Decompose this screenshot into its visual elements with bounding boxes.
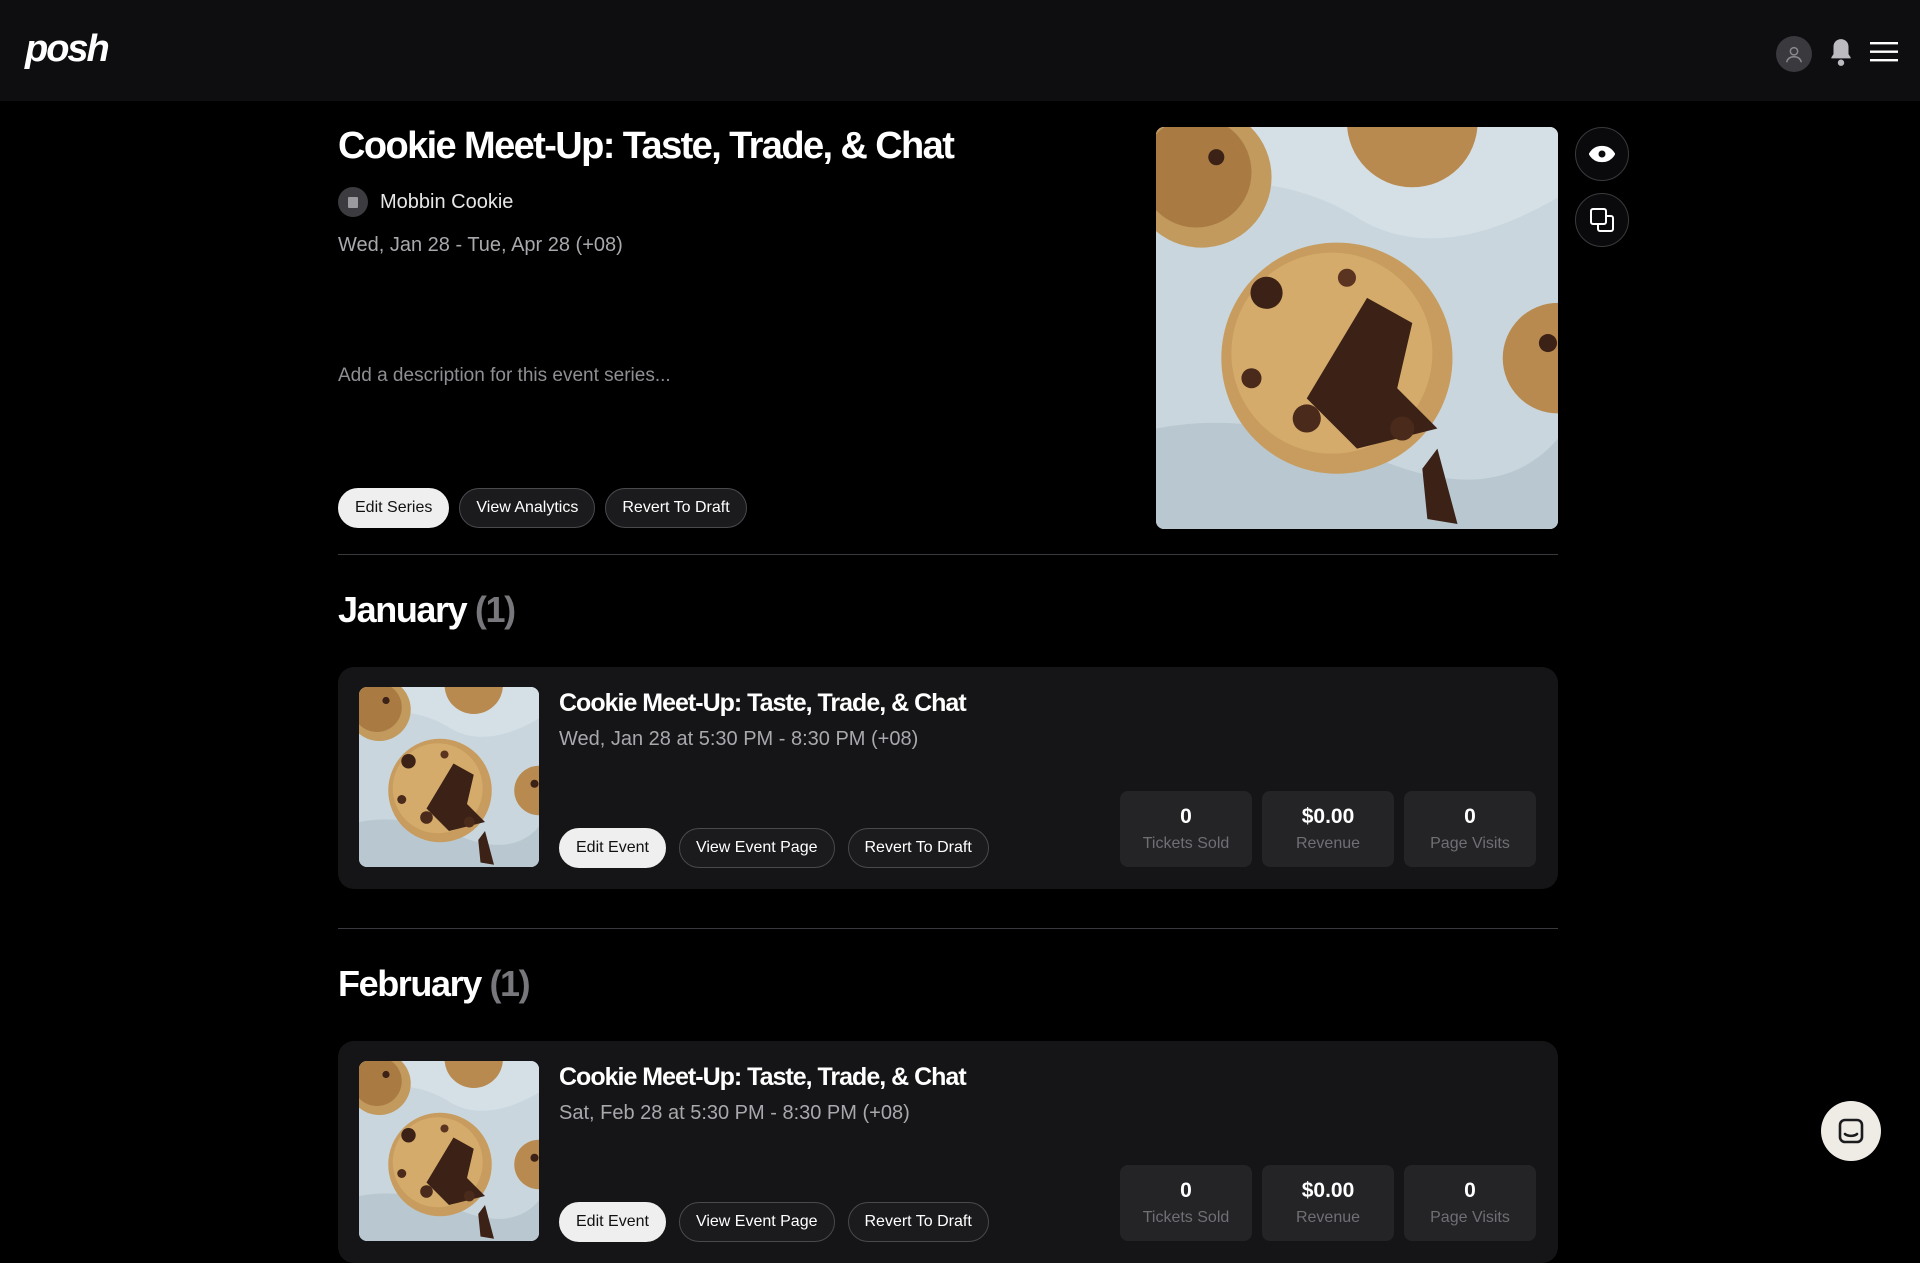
stat-label: Page Visits: [1430, 835, 1510, 852]
stat-label: Tickets Sold: [1142, 1209, 1230, 1226]
series-cover-image: [1156, 127, 1558, 529]
event-thumbnail: [359, 687, 539, 867]
edit-series-button[interactable]: Edit Series: [338, 488, 450, 528]
duplicate-icon[interactable]: [1575, 193, 1629, 247]
stat-value: $0.00: [1301, 1179, 1355, 1202]
stat-label: Page Visits: [1430, 1209, 1510, 1226]
top-navigation-bar: posh: [0, 0, 1920, 101]
series-date-range: Wed, Jan 28 - Tue, Apr 28 (+08): [338, 234, 623, 256]
event-title[interactable]: Cookie Meet-Up: Taste, Trade, & Chat: [559, 1063, 967, 1092]
series-description-placeholder[interactable]: Add a description for this event series.…: [338, 365, 671, 387]
section-divider: [338, 554, 1558, 555]
user-avatar-icon[interactable]: [1776, 36, 1812, 72]
stat-value: 0: [1180, 1179, 1192, 1202]
event-stats: 0 Tickets Sold $0.00 Revenue 0 Page Visi…: [1120, 1165, 1536, 1241]
page-visits-stat: 0 Page Visits: [1404, 1165, 1536, 1241]
month-heading-january: January (1): [338, 589, 516, 631]
stat-value: $0.00: [1301, 805, 1355, 828]
revert-to-draft-button[interactable]: Revert To Draft: [847, 828, 989, 868]
stat-label: Tickets Sold: [1142, 835, 1230, 852]
month-name: February: [338, 963, 482, 1004]
series-title: Cookie Meet-Up: Taste, Trade, & Chat: [338, 125, 955, 167]
event-time: Wed, Jan 28 at 5:30 PM - 8:30 PM (+08): [559, 728, 919, 750]
revenue-stat: $0.00 Revenue: [1262, 791, 1394, 867]
view-event-page-button[interactable]: View Event Page: [678, 828, 835, 868]
page-visits-stat: 0 Page Visits: [1404, 791, 1536, 867]
bell-icon[interactable]: [1828, 37, 1854, 72]
revert-to-draft-button[interactable]: Revert To Draft: [847, 1202, 989, 1242]
event-title[interactable]: Cookie Meet-Up: Taste, Trade, & Chat: [559, 689, 967, 718]
view-analytics-button[interactable]: View Analytics: [459, 488, 596, 528]
stat-value: 0: [1464, 1179, 1476, 1202]
view-event-page-button[interactable]: View Event Page: [678, 1202, 835, 1242]
tickets-sold-stat: 0 Tickets Sold: [1120, 1165, 1252, 1241]
revert-to-draft-button[interactable]: Revert To Draft: [605, 488, 747, 528]
edit-event-button[interactable]: Edit Event: [559, 1202, 666, 1242]
revenue-stat: $0.00 Revenue: [1262, 1165, 1394, 1241]
organizer-row[interactable]: Mobbin Cookie: [338, 187, 513, 217]
month-name: January: [338, 589, 468, 630]
month-count: (1): [489, 963, 530, 1004]
section-divider: [338, 928, 1558, 929]
eye-icon[interactable]: [1575, 127, 1629, 181]
edit-event-button[interactable]: Edit Event: [559, 828, 666, 868]
event-time: Sat, Feb 28 at 5:30 PM - 8:30 PM (+08): [559, 1102, 910, 1124]
month-count: (1): [474, 589, 516, 630]
series-actions: Edit Series View Analytics Revert To Dra…: [338, 488, 747, 528]
tickets-sold-stat: 0 Tickets Sold: [1120, 791, 1252, 867]
organizer-avatar: [338, 187, 368, 217]
menu-icon[interactable]: [1870, 41, 1898, 68]
event-card[interactable]: Cookie Meet-Up: Taste, Trade, & Chat Sat…: [338, 1041, 1558, 1263]
organizer-name: Mobbin Cookie: [380, 190, 514, 213]
month-heading-february: February (1): [338, 963, 531, 1005]
stat-label: Revenue: [1295, 835, 1361, 852]
stat-value: 0: [1464, 805, 1476, 828]
stat-value: 0: [1180, 805, 1192, 828]
posh-logo[interactable]: posh: [25, 28, 110, 71]
stat-label: Revenue: [1295, 1209, 1361, 1226]
event-card[interactable]: Cookie Meet-Up: Taste, Trade, & Chat Wed…: [338, 667, 1558, 889]
event-stats: 0 Tickets Sold $0.00 Revenue 0 Page Visi…: [1120, 791, 1536, 867]
event-thumbnail: [359, 1061, 539, 1241]
chat-support-icon[interactable]: [1821, 1101, 1881, 1161]
